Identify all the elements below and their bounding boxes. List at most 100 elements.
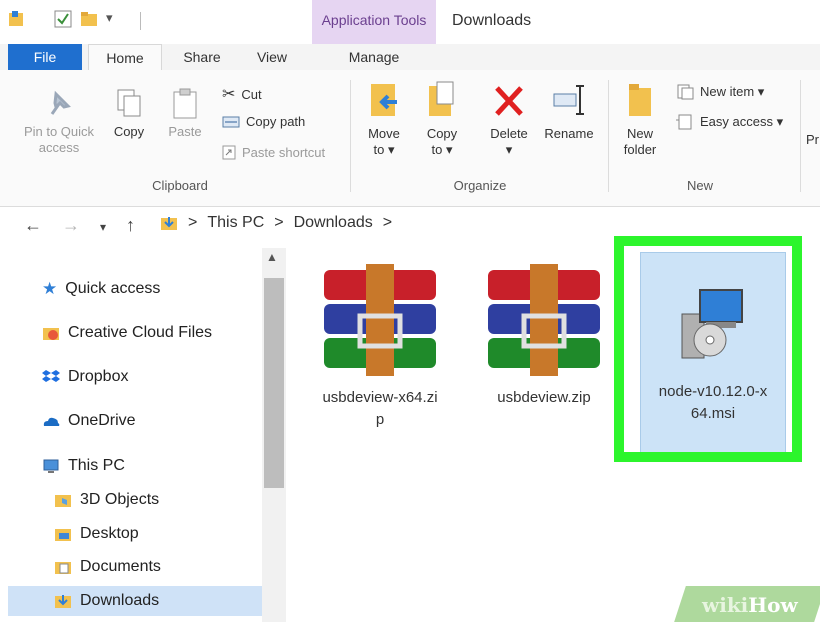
tab-view[interactable]: View: [242, 44, 302, 70]
breadcrumb[interactable]: > This PC > Downloads >: [160, 214, 392, 232]
desktop-folder-icon: [55, 529, 71, 541]
nav-item-label: Quick access: [65, 280, 161, 297]
paste-shortcut-icon: [222, 145, 236, 160]
toolbar-divider: [140, 12, 141, 30]
copy-label: Copy: [113, 124, 145, 139]
star-icon: ★: [42, 279, 58, 298]
clipboard-group-label: Clipboard: [152, 178, 208, 193]
nav-item-label: OneDrive: [68, 412, 136, 429]
paste-label: Paste: [168, 124, 202, 139]
rename-button[interactable]: Rename: [540, 80, 598, 142]
nav-item-3d-objects[interactable]: 3D Objects: [54, 485, 159, 515]
cut-button[interactable]: ✂ Cut: [222, 84, 262, 104]
new-folder-icon[interactable]: [80, 10, 98, 28]
easy-access-label: Easy access ▾: [700, 114, 784, 129]
downloads-icon: [55, 595, 71, 608]
nav-item-label: This PC: [68, 457, 125, 474]
forward-icon[interactable]: →: [62, 215, 80, 236]
3d-objects-icon: [55, 495, 71, 507]
nav-item-downloads[interactable]: Downloads: [8, 586, 262, 616]
tab-home[interactable]: Home: [88, 44, 162, 72]
scroll-up-icon[interactable]: ▲: [266, 250, 278, 264]
delete-button[interactable]: Delete ▾: [484, 80, 534, 158]
scrollbar-thumb[interactable]: [264, 278, 284, 488]
quick-access-dropdown-icon[interactable]: ▾: [106, 10, 113, 26]
copy-path-label: Copy path: [246, 114, 306, 129]
breadcrumb-this-pc[interactable]: This PC: [207, 214, 264, 232]
nav-item-label: Documents: [80, 558, 161, 575]
computer-icon: [43, 459, 59, 473]
breadcrumb-downloads[interactable]: Downloads: [294, 214, 373, 232]
move-to-button[interactable]: Move to ▾: [360, 80, 408, 158]
tab-file[interactable]: File: [8, 44, 82, 70]
highlight-box: [614, 236, 802, 462]
nav-item-label: Dropbox: [68, 368, 129, 385]
file-name: usbdeview-x64.zi p: [322, 389, 438, 428]
nav-item-quick-access[interactable]: ★ Quick access: [42, 274, 160, 304]
nav-item-creative-cloud-files[interactable]: Creative Cloud Files: [42, 318, 212, 348]
easy-access-icon: [676, 114, 692, 130]
easy-access-button[interactable]: Easy access ▾: [676, 114, 783, 130]
winrar-archive-icon: [324, 264, 436, 376]
rename-icon: [553, 85, 584, 115]
copy-path-button[interactable]: Copy path: [222, 114, 305, 129]
nav-item-label: Desktop: [80, 525, 139, 542]
downloads-folder-icon: [161, 217, 177, 230]
copy-path-icon: [222, 116, 240, 127]
paste-button[interactable]: Paste: [160, 86, 210, 140]
file-item[interactable]: usbdeview-x64.zi p: [310, 262, 450, 431]
paste-icon: [173, 88, 197, 119]
nav-item-label: Creative Cloud Files: [68, 324, 213, 341]
back-icon[interactable]: ←: [24, 215, 42, 236]
onedrive-icon: [43, 417, 60, 426]
new-item-icon: [677, 84, 694, 100]
paste-shortcut-button[interactable]: Paste shortcut: [222, 144, 325, 160]
copy-to-icon: [429, 81, 454, 116]
delete-label: Delete ▾: [490, 126, 528, 157]
move-to-icon: [371, 84, 397, 116]
up-icon[interactable]: ↑: [126, 215, 135, 236]
new-item-button[interactable]: New item ▾: [676, 84, 764, 100]
copy-to-label: Copy to ▾: [426, 126, 458, 157]
ribbon-divider: [800, 80, 801, 192]
rename-label: Rename: [544, 126, 594, 141]
nav-item-label: Downloads: [80, 592, 160, 609]
new-folder-label: New folder: [623, 126, 657, 157]
copy-button[interactable]: Copy: [106, 86, 152, 140]
properties-button[interactable]: Pr: [806, 132, 820, 148]
copy-icon: [117, 89, 141, 117]
nav-item-onedrive[interactable]: OneDrive: [42, 406, 136, 436]
new-group-label: New: [686, 178, 713, 193]
delete-icon: [495, 86, 523, 116]
file-name: usbdeview.zip: [497, 389, 591, 406]
context-tab-title: Application Tools: [321, 12, 427, 28]
checkmark-icon[interactable]: [54, 10, 72, 28]
new-item-label: New item ▾: [700, 84, 765, 99]
move-to-label: Move to ▾: [368, 126, 400, 157]
nav-item-dropbox[interactable]: Dropbox: [42, 362, 128, 392]
nav-item-this-pc[interactable]: This PC: [42, 451, 125, 481]
creative-cloud-icon: [43, 328, 59, 340]
title-bar: ▾ Application Tools Downloads: [0, 0, 820, 70]
window-title: Downloads: [452, 12, 532, 29]
ribbon-divider: [608, 80, 609, 192]
breadcrumb-separator-icon: >: [382, 214, 393, 231]
new-folder-icon: [629, 84, 651, 116]
nav-item-label: 3D Objects: [80, 491, 160, 508]
copy-to-button[interactable]: Copy to ▾: [418, 80, 466, 158]
nav-item-desktop[interactable]: Desktop: [54, 519, 139, 549]
ribbon-divider: [350, 80, 351, 192]
nav-item-documents[interactable]: Documents: [54, 552, 161, 582]
tab-share[interactable]: Share: [170, 44, 234, 70]
pin-to-quick-access-button[interactable]: Pin to Quick access: [14, 86, 104, 156]
winrar-archive-icon: [488, 264, 600, 376]
recent-locations-icon[interactable]: ▾: [100, 220, 106, 234]
organize-group-label: Organize: [453, 178, 507, 193]
cut-label: Cut: [241, 86, 262, 102]
wikihow-logo: wikiHow: [702, 593, 798, 617]
dropbox-icon: [42, 370, 60, 382]
new-folder-button[interactable]: New folder: [616, 80, 664, 158]
tab-manage[interactable]: Manage: [312, 44, 436, 70]
file-item[interactable]: usbdeview.zip: [474, 262, 614, 409]
properties-icon[interactable]: [8, 10, 26, 28]
